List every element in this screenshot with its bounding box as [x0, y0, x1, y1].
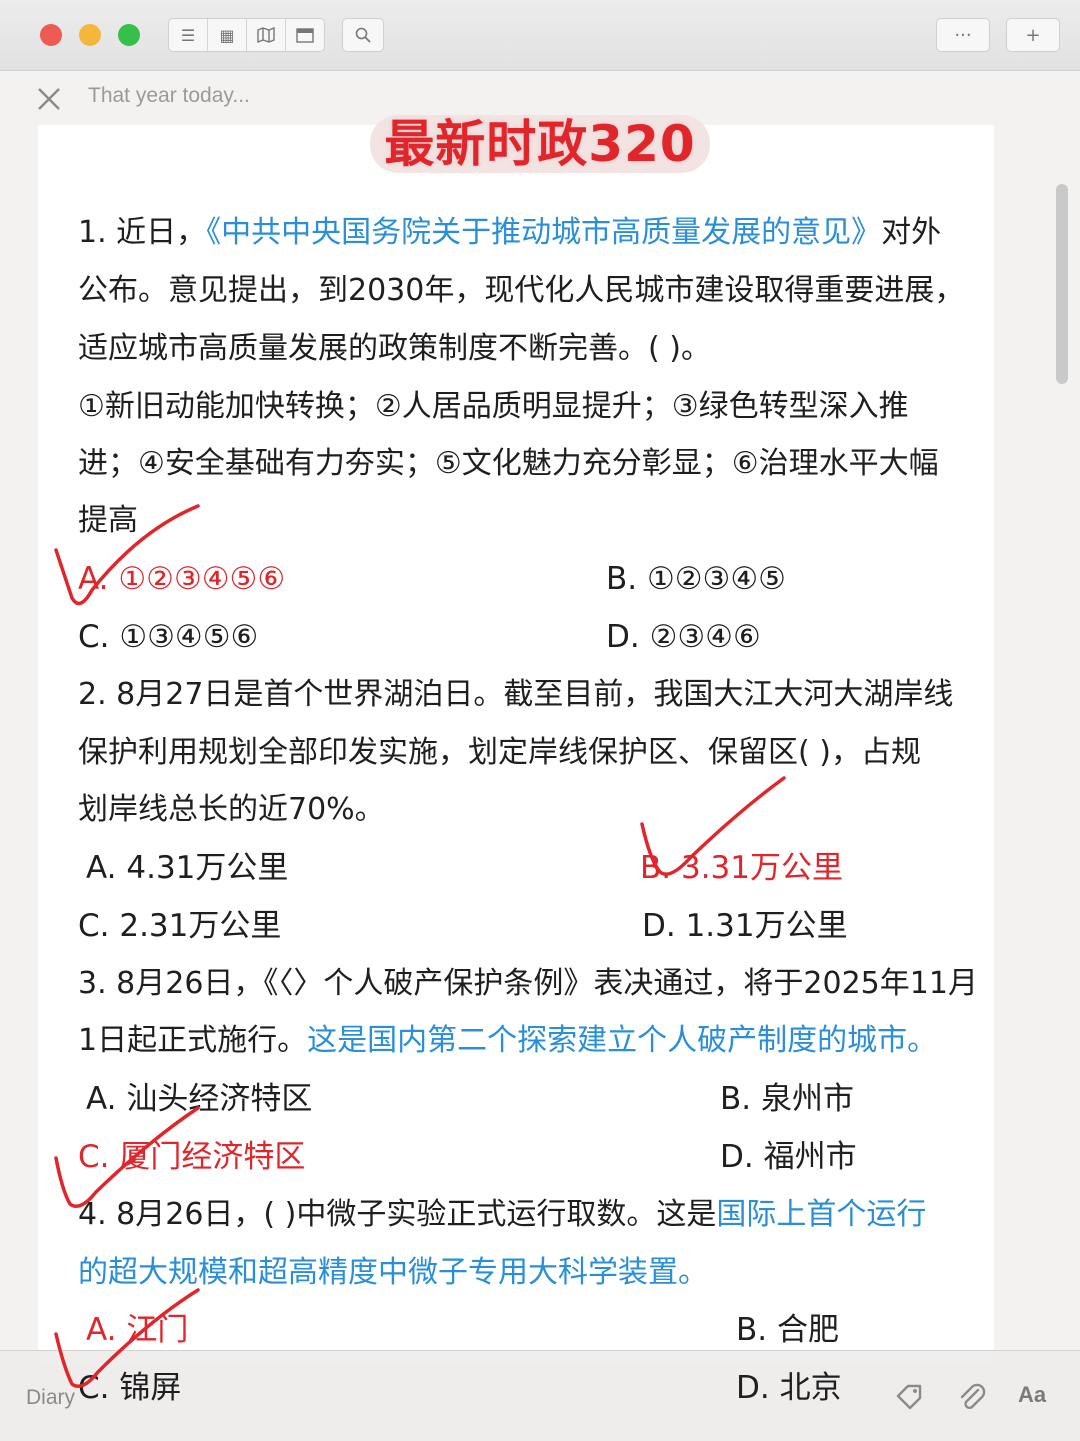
question-3-line-1: 3. 8月26日，《〈〉个人破产保护条例》表决通过，将于2025年11月	[78, 966, 978, 1001]
minimize-window-button[interactable]	[79, 24, 101, 46]
q1-option-c: C. ①③④⑤⑥	[78, 619, 259, 655]
window-titlebar: ☰ ▦ ··· +	[0, 0, 1080, 71]
question-2-line-3: 划岸线总长的近70%。	[78, 792, 385, 827]
q2-option-a: A. 4.31万公里	[86, 850, 289, 886]
view-toolbar: ☰ ▦	[168, 18, 325, 52]
list-view-icon[interactable]: ☰	[169, 19, 208, 51]
close-window-button[interactable]	[40, 24, 62, 46]
q1-option-d: D. ②③④⑥	[606, 619, 761, 655]
q2-option-c: C. 2.31万公里	[78, 908, 282, 944]
q3-option-b: B. 泉州市	[720, 1081, 854, 1117]
attachment-icon[interactable]	[954, 1380, 988, 1414]
q1-option-b: B. ①②③④⑤	[606, 561, 786, 597]
q3-option-c: C. 厦门经济特区	[78, 1139, 306, 1175]
q3-option-a: A. 汕头经济特区	[86, 1081, 313, 1117]
question-1-line-5: 进；④安全基础有力夯实；⑤文化魅力充分彰显；⑥治理水平大幅	[78, 446, 939, 481]
map-view-icon[interactable]	[247, 19, 286, 51]
vertical-scrollbar[interactable]	[1056, 184, 1068, 384]
title-text: 最新时政320	[370, 115, 710, 173]
more-options-icon[interactable]: ···	[936, 18, 990, 52]
question-1-line-4: ①新旧动能加快转换；②人居品质明显提升；③绿色转型深入推	[78, 389, 909, 424]
q4-option-b: B. 合肥	[736, 1312, 839, 1348]
question-2-line-2: 保护利用规划全部印发实施，划定岸线保护区、保留区( )，占规	[78, 735, 921, 770]
question-1-line-6: 提高	[78, 503, 138, 538]
grid-view-icon[interactable]: ▦	[208, 19, 247, 51]
q4-option-c: C. 锦屏	[78, 1370, 182, 1406]
q2-option-d: D. 1.31万公里	[642, 908, 848, 944]
journal-name-label[interactable]: Diary	[26, 1386, 75, 1410]
calendar-view-icon[interactable]	[286, 19, 324, 51]
question-1-line-1: 1. 近日，《中共中央国务院关于推动城市高质量发展的意见》对外	[78, 215, 942, 250]
q2-option-b: B. 3.31万公里	[640, 850, 843, 886]
tag-icon[interactable]	[892, 1380, 926, 1414]
zoom-window-button[interactable]	[118, 24, 140, 46]
question-4-line-1: 4. 8月26日，( )中微子实验正式运行取数。这是国际上首个运行	[78, 1197, 927, 1232]
q3-option-d: D. 福州市	[720, 1139, 857, 1175]
page-title: 最新时政320	[0, 104, 1080, 176]
question-3-line-2: 1日起正式施行。这是国内第二个探索建立个人破产制度的城市。	[78, 1023, 938, 1058]
question-2-line-1: 2. 8月27日是首个世界湖泊日。截至目前，我国大江大河大湖岸线	[78, 677, 954, 712]
question-1-line-2: 公布。意见提出，到2030年，现代化人民城市建设取得重要进展，	[78, 273, 965, 308]
question-1-line-3: 适应城市高质量发展的政策制度不断完善。( )。	[78, 331, 711, 366]
q1-option-a: A. ①②③④⑤⑥	[78, 561, 286, 597]
add-entry-icon[interactable]: +	[1006, 18, 1060, 52]
q4-option-d: D. 北京	[736, 1370, 842, 1406]
font-size-button[interactable]: Aa	[1018, 1382, 1046, 1408]
question-4-line-2: 的超大规模和超高精度中微子专用大科学装置。	[78, 1255, 708, 1290]
q4-option-a: A. 江门	[86, 1312, 189, 1348]
search-icon[interactable]	[342, 18, 384, 52]
